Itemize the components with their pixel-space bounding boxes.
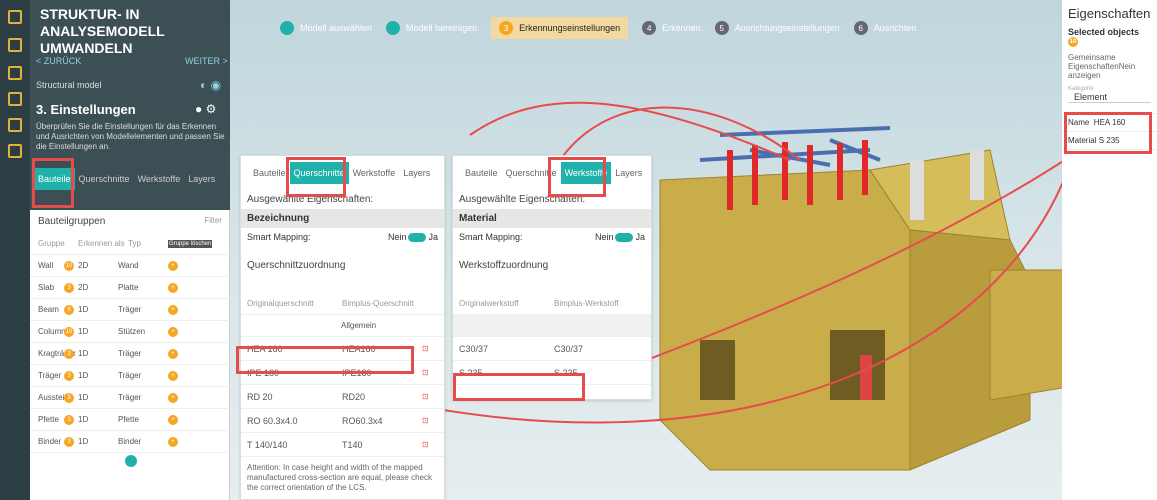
edit-icon[interactable]: ⊡ <box>422 368 429 377</box>
layer-icon[interactable] <box>8 66 22 80</box>
workflow-panel: STRUKTUR- IN ANALYSEMODELL UMWANDELN < Z… <box>30 0 230 500</box>
ws-tab-bauteile[interactable]: Bauteile <box>461 162 502 184</box>
doc-icon[interactable] <box>8 118 22 132</box>
group-row[interactable]: Aussteif. 3 1D Träger + <box>30 387 230 409</box>
ws-empty-row <box>453 315 651 338</box>
network-icon[interactable] <box>8 144 22 158</box>
filter-input[interactable]: Filter <box>204 216 222 227</box>
highlight-hea160 <box>236 346 414 374</box>
settings-icon[interactable] <box>8 92 22 106</box>
selected-objects: Selected objects 10 <box>1068 27 1140 47</box>
querschnitte-card: Bauteile Querschnitte Werkstoffe Layers … <box>240 155 445 500</box>
qs-assign-title: Querschnittzuordnung <box>247 260 346 272</box>
workflow-step[interactable]: Modell bereinigen <box>386 21 477 35</box>
ws-row[interactable]: C30/37 C30/37 <box>453 337 651 362</box>
group-title: Bauteilgruppen <box>38 216 106 227</box>
category-select[interactable]: Element <box>1068 92 1151 103</box>
step-title: 3. Einstellungen <box>36 102 136 117</box>
workflow-step[interactable]: 6 Ausrichten <box>853 21 916 35</box>
model-name: Structural model <box>36 80 102 90</box>
properties-title: Eigenschaften <box>1068 6 1151 21</box>
back-button[interactable]: < ZURÜCK <box>36 56 81 66</box>
ws-property[interactable]: Material <box>453 209 651 228</box>
qs-row[interactable]: RO 60.3x4.0 RO60.3x4 ⊡ <box>241 409 444 434</box>
highlight-props <box>1064 112 1152 154</box>
properties-panel: Eigenschaften Selected objects 10 Gemein… <box>1062 0 1157 500</box>
eye-icon[interactable]: ◐ ◉ <box>200 78 221 92</box>
ws-tab-layers[interactable]: Layers <box>611 162 646 184</box>
edit-icon[interactable]: ⊡ <box>422 440 429 449</box>
edit-icon[interactable]: ⊡ <box>422 344 429 353</box>
qs-tab-werkstoffe[interactable]: Werkstoffe <box>349 162 400 184</box>
tab-werkstoffe[interactable]: Werkstoffe <box>134 168 185 190</box>
group-section: Bauteilgruppen Filter Gruppe Erkennen al… <box>30 210 230 453</box>
qs-group: Allgemein <box>241 315 444 338</box>
group-edit-button[interactable]: + <box>168 436 178 447</box>
ws-smart-mapping: Smart Mapping: Nein Ja <box>459 232 645 243</box>
highlight-bauteile <box>32 158 74 208</box>
qs-tab-layers[interactable]: Layers <box>399 162 434 184</box>
workflow-step[interactable]: Modell auswählen <box>280 21 372 35</box>
qs-property[interactable]: Bezeichnung <box>241 209 444 228</box>
group-row[interactable]: Binder 3 1D Binder + <box>30 431 230 453</box>
qs-note: Attention: In case height and width of t… <box>247 463 432 493</box>
tab-querschnitte[interactable]: Querschnitte <box>75 168 134 190</box>
qs-table-header: Originalquerschnitt Bimplus-Querschnitt <box>241 293 444 316</box>
qs-smart-mapping: Smart Mapping: Nein Ja <box>247 232 438 243</box>
group-table-header: Gruppe Erkennen als Typ Gruppe löschen <box>30 233 230 255</box>
group-row[interactable]: Beam 6 1D Träger + <box>30 299 230 321</box>
folder-icon[interactable] <box>8 38 22 52</box>
group-row[interactable]: Kragträger 3 1D Träger + <box>30 343 230 365</box>
edit-icon[interactable]: ⊡ <box>422 392 429 401</box>
group-edit-button[interactable]: + <box>168 260 178 271</box>
group-row[interactable]: Column 10 1D Stützen + <box>30 321 230 343</box>
group-edit-button[interactable]: + <box>168 304 178 315</box>
ws-table-header: Originalwerkstoff Bimplus-Werkstoff <box>453 293 651 316</box>
workflow-step[interactable]: 3 Erkennungseinstellungen <box>491 17 629 39</box>
step-description: Überprüfen Sie die Einstellungen für das… <box>36 122 225 151</box>
common-properties-toggle[interactable]: Gemeinsame EigenschaftenNein anzeigen <box>1062 47 1157 86</box>
highlight-werkstoffe <box>548 157 606 197</box>
tab-layers[interactable]: Layers <box>184 168 219 190</box>
model-icon[interactable] <box>8 10 22 24</box>
qs-row[interactable]: RD 20 RD20 ⊡ <box>241 385 444 410</box>
info-icon[interactable]: ● ⚙ <box>195 102 216 116</box>
workflow-step[interactable]: 5 Ausrichtungseinstellungen <box>714 21 840 35</box>
smart-toggle[interactable] <box>408 233 427 243</box>
group-edit-button[interactable]: + <box>168 392 178 403</box>
workflow-step[interactable]: 4 Erkennen <box>642 21 701 35</box>
highlight-s235 <box>453 373 585 401</box>
ws-assign-title: Werkstoffzuordnung <box>459 260 549 272</box>
panel-title: STRUKTUR- IN ANALYSEMODELL UMWANDELN <box>40 6 165 56</box>
group-edit-button[interactable]: + <box>168 370 178 381</box>
ws-smart-toggle[interactable] <box>615 233 634 243</box>
next-button[interactable]: WEITER > <box>185 56 228 66</box>
add-group-button[interactable] <box>125 455 137 467</box>
qs-tab-bauteile[interactable]: Bauteile <box>249 162 290 184</box>
group-row[interactable]: Wall 10 2D Wand + <box>30 255 230 277</box>
group-rows: Wall 10 2D Wand + Slab 3 2D Platte + Beam 6 1D Träger… <box>30 255 230 453</box>
app-sidebar <box>0 0 30 500</box>
workflow-steps: Modell auswählen Modell bereinigen 3 Erkenn… <box>280 15 930 41</box>
edit-icon[interactable]: ⊡ <box>422 416 429 425</box>
group-edit-button[interactable]: + <box>168 326 178 337</box>
group-edit-button[interactable]: + <box>168 348 178 359</box>
qs-row[interactable]: T 140/140 T140 ⊡ <box>241 433 444 458</box>
highlight-querschnitte <box>286 157 346 197</box>
group-edit-button[interactable]: + <box>168 282 178 293</box>
group-row[interactable]: Pfette 3 1D Pfette + <box>30 409 230 431</box>
group-row[interactable]: Slab 3 2D Platte + <box>30 277 230 299</box>
group-row[interactable]: Träger 3 1D Träger + <box>30 365 230 387</box>
group-edit-button[interactable]: + <box>168 414 178 425</box>
